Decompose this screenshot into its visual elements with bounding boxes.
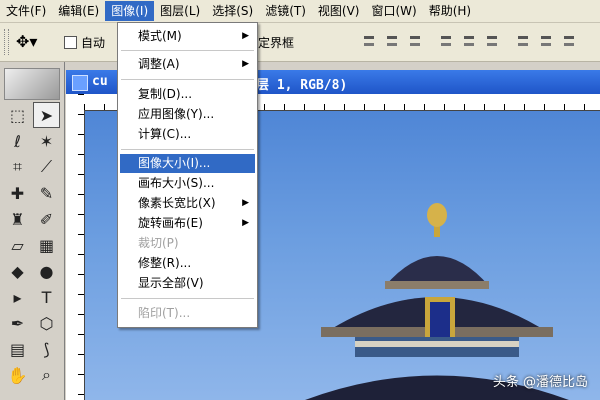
eraser-tool-icon[interactable]: ▱ xyxy=(4,232,31,258)
menu-item-mode[interactable]: 模式(M) ▶ xyxy=(120,27,255,46)
image-menu-dropdown: 模式(M) ▶ 调整(A) ▶ 复制(D)... 应用图像(Y)... 计算(C).… xyxy=(117,22,258,328)
slice-tool-icon[interactable]: ⟋ xyxy=(33,154,60,180)
menu-item-rotate-canvas[interactable]: 旋转画布(E) ▶ xyxy=(120,214,255,233)
options-grip[interactable] xyxy=(4,29,9,55)
menu-item-calculations[interactable]: 计算(C)... xyxy=(120,125,255,144)
document-title-start: cu xyxy=(92,74,108,89)
menu-item-image-size[interactable]: 图像大小(I)... xyxy=(120,154,255,173)
watermark-text: 头条 @潘德比岛 xyxy=(492,375,588,390)
clone-stamp-icon[interactable]: ♜ xyxy=(4,206,31,232)
marquee-tool-icon[interactable]: ⬚ xyxy=(4,102,31,128)
brush-tool-icon[interactable]: ✎ xyxy=(33,180,60,206)
bounding-box-label: 定界框 xyxy=(258,36,295,50)
document-title-end: 层 1, RGB/8) xyxy=(256,78,348,93)
magic-wand-icon[interactable]: ✶ xyxy=(33,128,60,154)
menu-item-reveal-all[interactable]: 显示全部(V) xyxy=(120,274,255,293)
menu-item-canvas-size[interactable]: 画布大小(S)... xyxy=(120,174,255,193)
menu-item-adjustments[interactable]: 调整(A) ▶ xyxy=(120,55,255,74)
auto-select-option[interactable]: 自动 xyxy=(64,34,105,51)
align-hcenter-icon[interactable] xyxy=(460,31,479,53)
align-vcenter-icon[interactable] xyxy=(383,31,402,53)
eyedropper-tool-icon[interactable]: ⟆ xyxy=(33,336,60,362)
menu-help[interactable]: 帮助(H) xyxy=(423,1,477,21)
menu-item-trap: 陷印(T)... xyxy=(138,306,191,320)
zoom-tool-icon[interactable]: ⌕ xyxy=(33,362,60,388)
move-tool-preset-icon[interactable]: ✥▾ xyxy=(16,31,54,53)
menu-item-apply-image[interactable]: 应用图像(Y)... xyxy=(120,105,255,124)
submenu-arrow-icon: ▶ xyxy=(242,198,249,208)
menu-file[interactable]: 文件(F) xyxy=(0,1,52,21)
crop-tool-icon[interactable]: ⌗ xyxy=(4,154,31,180)
feather-logo-icon xyxy=(4,68,60,100)
lasso-tool-icon[interactable]: ℓ xyxy=(4,128,31,154)
healing-brush-icon[interactable]: ✚ xyxy=(4,180,31,206)
menu-item-duplicate[interactable]: 复制(D)... xyxy=(120,85,255,104)
menu-view[interactable]: 视图(V) xyxy=(312,1,366,21)
history-brush-icon[interactable]: ✐ xyxy=(33,206,60,232)
gradient-tool-icon[interactable]: ▦ xyxy=(33,232,60,258)
distribute-top-icon[interactable] xyxy=(514,31,533,53)
align-right-icon[interactable] xyxy=(483,31,502,53)
menu-bar: 文件(F) 编辑(E) 图像(I) 图层(L) 选择(S) 滤镜(T) 视图(V… xyxy=(0,0,600,23)
distribute-bottom-icon[interactable] xyxy=(560,31,579,53)
menu-item-crop: 裁切(P) xyxy=(138,236,179,250)
align-top-icon[interactable] xyxy=(360,31,379,53)
auto-select-checkbox[interactable] xyxy=(64,36,77,49)
menu-filter[interactable]: 滤镜(T) xyxy=(259,1,312,21)
menu-layer[interactable]: 图层(L) xyxy=(154,1,206,21)
auto-select-label: 自动 xyxy=(81,36,106,50)
shape-tool-icon[interactable]: ⬡ xyxy=(33,310,60,336)
align-left-icon[interactable] xyxy=(437,31,456,53)
dodge-tool-icon[interactable]: ● xyxy=(33,258,60,284)
align-bottom-icon[interactable] xyxy=(406,31,425,53)
submenu-arrow-icon: ▶ xyxy=(242,218,249,228)
tool-palette: ⬚ ➤ ℓ ✶ ⌗ ⟋ ✚ ✎ ♜ ✐ ▱ ▦ ◆ ● ▸ T ✒ ⬡ ▤ ⟆ … xyxy=(0,62,65,400)
menu-edit[interactable]: 编辑(E) xyxy=(52,1,105,21)
menu-item-pixel-aspect[interactable]: 像素长宽比(X) ▶ xyxy=(120,194,255,213)
vertical-ruler[interactable] xyxy=(66,94,85,400)
move-tool-icon[interactable]: ➤ xyxy=(33,102,60,128)
menu-window[interactable]: 窗口(W) xyxy=(365,1,422,21)
distribute-vcenter-icon[interactable] xyxy=(537,31,556,53)
align-buttons xyxy=(360,31,579,53)
menu-item-trim[interactable]: 修整(R)... xyxy=(120,254,255,273)
pen-tool-icon[interactable]: ✒ xyxy=(4,310,31,336)
submenu-arrow-icon: ▶ xyxy=(242,59,249,69)
type-tool-icon[interactable]: T xyxy=(33,284,60,310)
blur-tool-icon[interactable]: ◆ xyxy=(4,258,31,284)
submenu-arrow-icon: ▶ xyxy=(242,31,249,41)
notes-tool-icon[interactable]: ▤ xyxy=(4,336,31,362)
hand-tool-icon[interactable]: ✋ xyxy=(4,362,31,388)
options-bar: ✥▾ 自动 定界框 xyxy=(0,23,600,62)
menu-image[interactable]: 图像(I) xyxy=(105,1,155,21)
menu-select[interactable]: 选择(S) xyxy=(206,1,259,21)
path-select-icon[interactable]: ▸ xyxy=(4,284,31,310)
document-icon xyxy=(72,75,88,91)
